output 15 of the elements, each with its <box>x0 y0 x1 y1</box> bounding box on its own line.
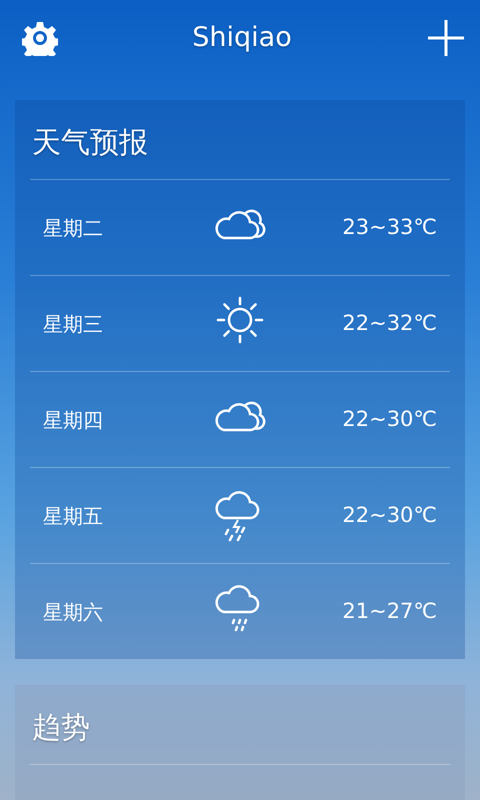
temperature-range: 22~32℃ <box>341 310 437 337</box>
day-label: 星期六 <box>43 598 104 626</box>
day-label: 星期四 <box>43 406 104 434</box>
day-label: 星期三 <box>43 310 104 338</box>
city-title: Shiqiao <box>192 20 292 55</box>
day-label: 星期二 <box>43 214 104 242</box>
temperature-range: 23~33℃ <box>341 214 437 241</box>
temperature-range: 22~30℃ <box>341 502 437 529</box>
temperature-range: 22~30℃ <box>341 406 437 433</box>
settings-icon[interactable] <box>22 20 58 56</box>
add-icon[interactable] <box>426 18 466 58</box>
day-label: 星期五 <box>43 502 104 530</box>
card-title: 趋势 <box>31 709 91 746</box>
temperature-range: 21~27℃ <box>341 598 437 625</box>
card-title: 天气预报 <box>31 124 149 161</box>
